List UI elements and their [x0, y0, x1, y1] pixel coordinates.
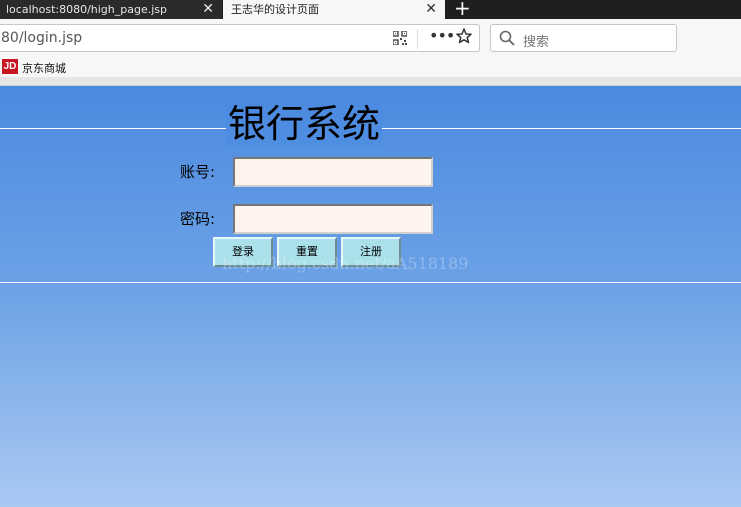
page-title: 银行系统	[226, 100, 383, 148]
search-icon	[499, 30, 515, 46]
watermark: http://blog.csdn.net/aA518189	[222, 254, 469, 273]
navigation-bar: 80/login.jsp ••• 搜索	[0, 19, 741, 57]
toolbar-separator	[0, 77, 741, 86]
qr-code-icon[interactable]	[393, 31, 407, 45]
tab-high-page[interactable]: localhost:8080/high_page.jsp ✕	[0, 0, 222, 19]
account-label: 账号:	[180, 163, 216, 181]
new-tab-icon[interactable]: +	[454, 0, 471, 18]
account-input[interactable]	[233, 157, 433, 187]
search-bar[interactable]: 搜索	[490, 24, 677, 52]
address-bar[interactable]: 80/login.jsp •••	[0, 24, 480, 52]
search-placeholder: 搜索	[523, 35, 550, 50]
divider	[417, 29, 418, 49]
divider-bottom	[0, 282, 741, 283]
password-label: 密码:	[180, 210, 216, 228]
bookmark-star-icon[interactable]	[456, 28, 472, 44]
tab-title: 王志华的设计页面	[231, 3, 319, 16]
bookmark-jd[interactable]: 京东商城	[22, 60, 66, 76]
tab-design-page[interactable]: 王志华的设计页面 ✕	[223, 0, 445, 19]
password-input[interactable]	[233, 204, 433, 234]
jd-logo-icon[interactable]: JD	[2, 59, 18, 74]
bookmarks-toolbar: JD 京东商城	[0, 57, 741, 77]
url-text[interactable]: 80/login.jsp	[1, 30, 82, 46]
tab-strip: localhost:8080/high_page.jsp ✕ 王志华的设计页面 …	[0, 0, 741, 19]
close-icon[interactable]: ✕	[425, 0, 437, 19]
close-icon[interactable]: ✕	[202, 0, 214, 19]
tab-title: localhost:8080/high_page.jsp	[6, 3, 168, 16]
more-actions-icon[interactable]: •••	[429, 26, 455, 45]
page-content: 银行系统 账号: 密码: 登录 重置 注册 http://blog.csdn.n…	[0, 86, 741, 507]
